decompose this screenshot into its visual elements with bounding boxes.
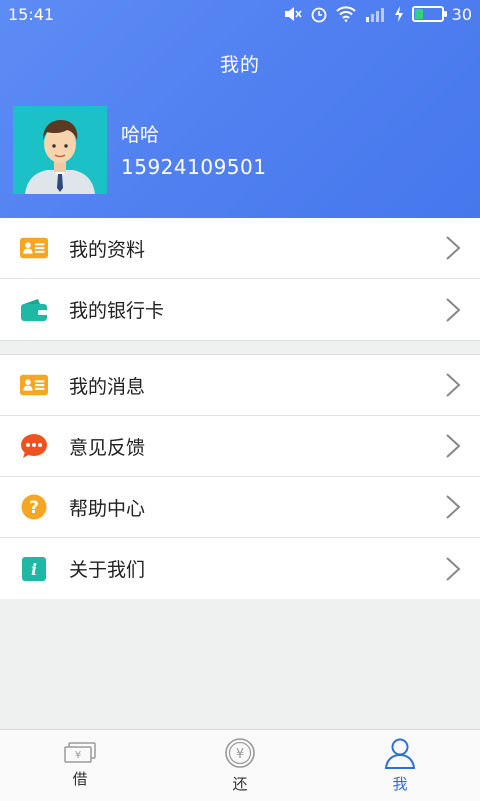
tab-me[interactable]: 我 <box>320 730 480 801</box>
svg-text:?: ? <box>29 498 39 518</box>
status-bar: 15:41 30 <box>0 0 480 28</box>
status-time: 15:41 <box>8 4 55 24</box>
user-name: 哈哈 <box>121 124 160 146</box>
menu-item-label: 我的消息 <box>69 375 146 398</box>
tab-label: 我 <box>392 775 408 793</box>
menu-item-label: 关于我们 <box>69 559 146 581</box>
svg-text:¥: ¥ <box>236 747 244 762</box>
id-card-icon <box>20 234 48 262</box>
status-icons: 30 <box>284 5 472 24</box>
tab-label: 借 <box>72 770 88 788</box>
menu-item-my-bank-card[interactable]: 我的银行卡 <box>0 279 480 340</box>
menu-item-label: 我的资料 <box>69 238 146 261</box>
menu-item-label: 我的银行卡 <box>69 300 165 322</box>
chevron-right-icon <box>446 495 461 519</box>
money-icon: ¥ <box>64 742 96 763</box>
user-phone: 15924109501 <box>121 155 267 179</box>
signal-icon <box>365 8 384 22</box>
tab-label: 还 <box>232 775 248 793</box>
page-title: 我的 <box>219 54 260 76</box>
bottom-tab-bar: ¥ 借 ¥ 还 我 <box>0 729 480 801</box>
menu-item-feedback[interactable]: 意见反馈 <box>0 416 480 477</box>
tab-repay[interactable]: ¥ 还 <box>160 730 320 801</box>
chevron-right-icon <box>446 236 461 260</box>
svg-text:¥: ¥ <box>75 750 81 761</box>
yuan-coin-icon: ¥ <box>225 738 255 768</box>
wifi-icon <box>335 6 356 22</box>
question-icon: ? <box>20 493 48 521</box>
section-divider <box>0 340 480 354</box>
chevron-right-icon <box>446 373 461 397</box>
charging-icon <box>394 6 403 22</box>
svg-text:i: i <box>31 560 37 579</box>
menu-item-label: 帮助中心 <box>69 497 146 520</box>
tab-borrow[interactable]: ¥ 借 <box>0 730 160 801</box>
person-icon <box>384 738 416 769</box>
menu-group-support: 我的消息 意见反馈 ? 帮助中心 i 关于我们 <box>0 354 480 599</box>
menu-item-label: 意见反馈 <box>69 436 146 459</box>
mute-icon <box>284 7 302 21</box>
menu-group-account: 我的资料 我的银行卡 <box>0 218 480 340</box>
battery-level: 30 <box>451 4 472 24</box>
avatar-illustration <box>13 106 107 194</box>
wallet-icon <box>20 296 48 324</box>
profile-header: 15:41 30 我的 哈哈 15924109501 <box>0 0 480 218</box>
chevron-right-icon <box>446 434 461 458</box>
chevron-right-icon <box>446 297 461 322</box>
chat-bubble-icon <box>20 432 48 460</box>
alarm-icon <box>311 7 327 23</box>
menu-item-help-center[interactable]: ? 帮助中心 <box>0 477 480 538</box>
menu-item-my-messages[interactable]: 我的消息 <box>0 355 480 416</box>
menu-item-about-us[interactable]: i 关于我们 <box>0 538 480 599</box>
chevron-right-icon <box>446 556 461 581</box>
id-card-icon <box>20 371 48 399</box>
menu-item-my-profile[interactable]: 我的资料 <box>0 218 480 279</box>
battery-icon <box>411 6 447 22</box>
avatar[interactable] <box>13 106 107 194</box>
info-icon: i <box>20 555 48 583</box>
